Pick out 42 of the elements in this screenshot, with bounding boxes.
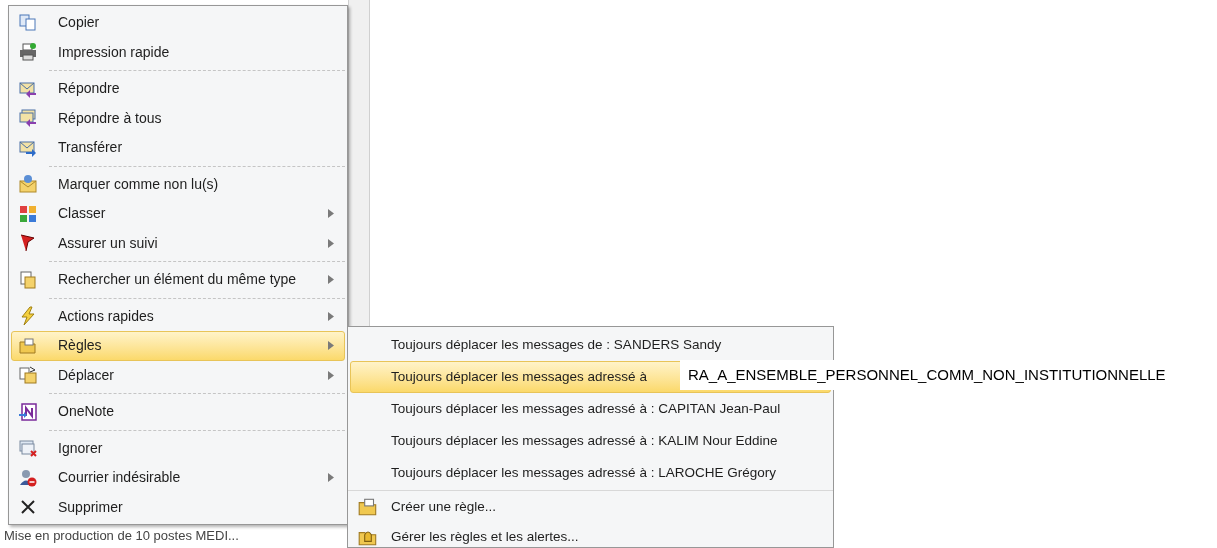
menu-item[interactable]: Copier <box>11 8 345 38</box>
ignore-envelope-icon <box>18 438 38 459</box>
menu-item[interactable]: Courrier indésirable <box>11 463 345 493</box>
submenu-arrow-icon <box>328 370 334 380</box>
menu-item[interactable]: Impression rapide <box>11 37 345 67</box>
submenu-item[interactable]: Toujours déplacer les messages adressé à : KALIM Nour Eddine <box>350 425 831 457</box>
lightning-icon <box>18 306 38 327</box>
menu-item[interactable]: OneNote <box>11 397 345 427</box>
submenu-item[interactable]: Toujours déplacer les messages adressé à : LAROCHE Grégory <box>350 457 831 489</box>
reply-all-envelope-icon <box>18 108 38 129</box>
submenu-item[interactable]: Créer une règle... <box>350 492 831 522</box>
submenu-item[interactable]: Gérer les règles et les alertes... <box>350 522 831 547</box>
copy-icon <box>18 12 38 33</box>
menu-item[interactable]: Déplacer <box>11 360 345 390</box>
menu-item[interactable]: Ignorer <box>11 433 345 463</box>
submenu-item[interactable]: Toujours déplacer les messages de : SANDERS Sandy <box>350 329 831 361</box>
menu-item[interactable]: Répondre <box>11 74 345 104</box>
folder-icon <box>357 496 379 518</box>
submenu-item[interactable]: Toujours déplacer les messages adressé à : CAPITAN Jean-Paul <box>350 393 831 425</box>
submenu-arrow-icon <box>328 341 334 351</box>
menu-item[interactable]: Règles <box>11 331 345 361</box>
menu-item[interactable]: Rechercher un élément du même type <box>11 265 345 295</box>
envelope-icon <box>18 174 38 195</box>
menu-item[interactable]: Actions rapides <box>11 301 345 331</box>
menu-item[interactable]: Classer <box>11 199 345 229</box>
submenu-arrow-icon <box>328 473 334 483</box>
onenote-icon <box>18 401 38 422</box>
folder-icon <box>18 335 38 356</box>
printer-icon <box>18 42 38 63</box>
submenu-arrow-icon <box>328 275 334 285</box>
menu-item[interactable]: Assurer un suivi <box>11 228 345 258</box>
submenu-arrow-icon <box>328 311 334 321</box>
menu-item[interactable]: Transférer <box>11 133 345 163</box>
submenu-arrow-icon <box>328 209 334 219</box>
move-document-icon <box>18 365 38 386</box>
blocked-person-icon <box>18 467 38 488</box>
color-grid-icon <box>18 203 38 224</box>
menu-item[interactable]: Répondre à tous <box>11 103 345 133</box>
submenu-arrow-icon <box>328 238 334 248</box>
message-preview: Mise en production de 10 postes MEDI... <box>4 527 239 545</box>
menu-item[interactable]: Marquer comme non lu(s) <box>11 169 345 199</box>
menu-item[interactable]: Supprimer <box>11 492 345 522</box>
